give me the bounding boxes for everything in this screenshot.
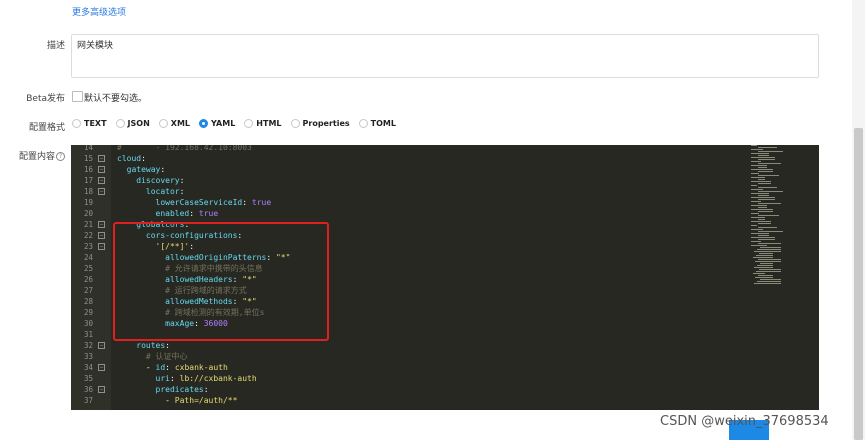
radio-dot-icon [199,119,209,128]
format-label: 配置格式 [28,123,65,133]
format-radio-html[interactable]: HTML [244,119,282,128]
line-number: 37 [83,396,93,405]
line-number: 26 [83,275,93,284]
code-text: # 认证中心 [145,352,188,361]
code-line: 16− gateway: [71,164,751,175]
code-text: discovery: [136,176,185,185]
description-textarea[interactable]: 网关模块 [71,34,819,78]
line-number: 33 [83,352,93,361]
line-number: 19 [83,198,93,207]
line-number: 14 [83,145,93,152]
format-radio-json[interactable]: JSON [115,119,150,128]
line-number: 16 [83,165,93,174]
code-text: enabled: true [155,209,219,218]
line-number: 23 [83,242,93,251]
fold-toggle-icon[interactable]: − [98,221,105,228]
format-radio-xml[interactable]: XML [158,119,191,128]
fold-toggle-icon[interactable]: − [98,364,105,371]
line-number: 35 [83,374,93,383]
code-line: 18− locator: [71,186,751,197]
description-label: 描述 [46,41,65,51]
code-line: 32− routes: [71,340,751,351]
line-number: 20 [83,209,93,218]
format-radio-properties[interactable]: Properties [290,119,350,128]
line-number: 30 [83,319,93,328]
code-text: gateway: [126,165,166,174]
line-number: 28 [83,297,93,306]
beta-label: Beta发布 [26,94,65,104]
line-number: 18 [83,187,93,196]
page-scrollbar-thumb[interactable] [854,128,863,440]
code-text: cloud: [117,154,146,163]
line-number: 22 [83,231,93,240]
code-text: # - 192.168.42.10:8003 [117,145,252,152]
code-line: 35 uri: lb://cxbank-auth [71,373,751,384]
format-radio-toml[interactable]: TOML [358,119,396,128]
fold-toggle-icon[interactable]: − [98,155,105,162]
format-radio-group: TEXT JSON XML YAML HTML Properties TOML [72,119,405,128]
line-number: 36 [83,385,93,394]
line-number: 15 [83,154,93,163]
fold-toggle-icon[interactable]: − [98,342,105,349]
line-number: 29 [83,308,93,317]
format-radio-label: JSON [127,119,150,128]
radio-dot-icon [290,119,300,128]
format-radio-label: TEXT [84,119,107,128]
code-line: 20 enabled: true [71,208,751,219]
line-number: 24 [83,253,93,262]
code-line: 19 lowerCaseServiceId: true [71,197,751,208]
cors-highlight-box [113,222,329,341]
line-number: 32 [83,341,93,350]
radio-dot-icon [358,119,368,128]
code-line: 36− predicates: [71,384,751,395]
code-line: 37 - Path=/auth/** [71,395,751,406]
format-radio-label: XML [170,119,191,128]
code-line: 15− cloud: [71,153,751,164]
content-label: 配置内容? [5,149,65,162]
fold-toggle-icon[interactable]: − [98,166,105,173]
radio-dot-icon [72,119,81,128]
code-line: 17− discovery: [71,175,751,186]
format-radio-label: YAML [211,119,236,128]
help-circle-icon[interactable]: ? [56,152,65,161]
code-text: predicates: [155,385,209,394]
line-number: 34 [83,363,93,372]
line-number: 21 [83,220,93,229]
format-radio-label: Properties [302,119,350,128]
line-number: 31 [83,330,93,339]
line-number: 25 [83,264,93,273]
format-radio-text[interactable]: TEXT [72,119,107,128]
code-line: 34− - id: cxbank-auth [71,362,751,373]
fold-toggle-icon[interactable]: − [98,243,105,250]
more-advanced-options-link[interactable]: 更多高级选项 [72,5,126,18]
radio-dot-icon [244,119,254,128]
code-line: 14 # - 192.168.42.10:8003 [71,145,751,153]
fold-toggle-icon[interactable]: − [98,188,105,195]
code-text: lowerCaseServiceId: true [155,198,272,207]
code-line: 33 # 认证中心 [71,351,751,362]
beta-checkbox-label: 默认不要勾选。 [84,94,148,104]
code-text: locator: [145,187,185,196]
fold-toggle-icon[interactable]: − [98,232,105,239]
code-text: uri: lb://cxbank-auth [155,374,257,383]
format-radio-yaml[interactable]: YAML [199,119,235,128]
code-text: routes: [136,341,170,350]
code-text: - id: cxbank-auth [117,363,228,372]
beta-checkbox[interactable] [72,91,83,102]
format-radio-label: TOML [370,119,396,128]
line-number: 17 [83,176,93,185]
content-label-text: 配置内容 [18,152,55,162]
code-text: - Path=/auth/** [117,396,238,405]
description-value: 网关模块 [77,41,114,51]
radio-dot-icon [115,119,125,128]
radio-dot-icon [158,119,168,128]
format-radio-label: HTML [256,119,282,128]
line-number: 27 [83,286,93,295]
fold-toggle-icon[interactable]: − [98,177,105,184]
csdn-watermark: CSDN @weixin_37698534 [660,414,829,429]
fold-toggle-icon[interactable]: − [98,386,105,393]
